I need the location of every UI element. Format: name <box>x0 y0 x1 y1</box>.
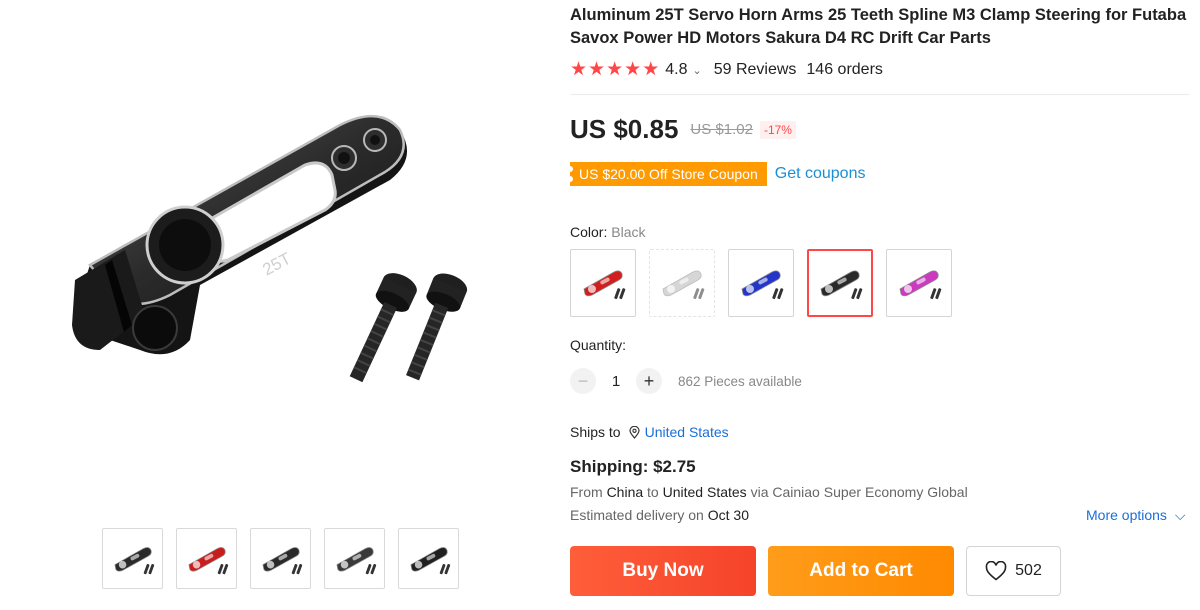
black-arm-top-icon <box>262 546 302 574</box>
delivery-estimate: Estimated delivery on Oct 30 <box>570 507 749 523</box>
shipping-route: From China to United States via Cainiao … <box>570 484 968 500</box>
purchase-actions: Buy Now Add to Cart 502 <box>570 546 1061 596</box>
discount-badge: -17% <box>759 120 796 139</box>
selected-color: Black <box>611 224 646 240</box>
coupon-row: US $20.00 Off Store Coupon Get coupons <box>567 162 866 186</box>
blue-arm-icon <box>741 270 784 300</box>
product-title: Aluminum 25T Servo Horn Arms 25 Teeth Sp… <box>570 6 1187 47</box>
buy-now-button[interactable]: Buy Now <box>570 546 756 596</box>
color-swatch-black[interactable] <box>807 249 873 317</box>
red-arm-icon <box>583 270 626 300</box>
estimate-date: Oct 30 <box>707 507 749 523</box>
shipping-price: Shipping: $2.75 <box>570 457 696 476</box>
thumbnail-black-arm-angle[interactable] <box>398 528 459 589</box>
thumbnail-strip <box>102 528 459 589</box>
quantity-decrease-button[interactable]: − <box>570 368 596 394</box>
estimate-label: Estimated delivery on <box>570 507 704 523</box>
thumbnail-black-arm[interactable] <box>102 528 163 589</box>
original-price: US $1.02 <box>690 121 753 138</box>
to-country: United States <box>662 484 747 500</box>
wishlist-button[interactable]: 502 <box>966 546 1061 596</box>
color-swatch-purple[interactable] <box>886 249 952 317</box>
location-pin-icon <box>628 425 640 439</box>
color-swatches <box>570 249 952 317</box>
chevron-down-icon: ⌵ <box>1174 507 1186 523</box>
from-label: From <box>570 484 603 500</box>
ships-to-row: Ships to United States <box>570 424 729 440</box>
shipping-method: via Cainiao Super Economy Global <box>750 484 968 500</box>
color-swatch-blue[interactable] <box>728 249 794 317</box>
to-label: to <box>647 484 659 500</box>
quantity-input[interactable]: 1 <box>596 373 636 390</box>
heart-icon <box>985 561 1007 581</box>
ships-to-label: Ships to <box>570 424 621 440</box>
wishlist-count: 502 <box>1015 562 1042 579</box>
current-price: US $0.85 <box>570 114 679 144</box>
silver-arm-icon <box>662 270 705 300</box>
orders-count: 146 orders <box>806 61 883 78</box>
thumbnail-red-black-arms[interactable] <box>176 528 237 589</box>
ships-to-country[interactable]: United States <box>645 424 729 440</box>
black-arm-icon <box>820 270 863 300</box>
color-label: Color: Black <box>570 224 645 240</box>
from-country: China <box>606 484 644 500</box>
store-coupon-tag[interactable]: US $20.00 Off Store Coupon <box>567 162 767 186</box>
color-swatch-silver <box>649 249 715 317</box>
star-rating-icon: ★ ★ ★ ★ ★ <box>570 59 660 80</box>
add-to-cart-button[interactable]: Add to Cart <box>768 546 954 596</box>
black-arm-angle-icon <box>410 546 450 574</box>
thumbnail-black-arm-side[interactable] <box>324 528 385 589</box>
red-black-arms-icon <box>188 546 228 574</box>
main-product-image: 25T <box>50 100 510 410</box>
color-swatch-red[interactable] <box>570 249 636 317</box>
purple-arm-icon <box>899 270 942 300</box>
price-row: US $0.85 US $1.02 -17% <box>570 114 796 145</box>
chevron-down-icon[interactable]: ⌄ <box>692 64 701 77</box>
quantity-stepper: − 1 + 862 Pieces available <box>570 368 802 394</box>
get-coupons-link[interactable]: Get coupons <box>775 165 866 183</box>
reviews-link[interactable]: 59 Reviews <box>714 61 797 79</box>
pieces-available: 862 Pieces available <box>678 373 802 389</box>
more-options-link[interactable]: More options ⌵ <box>1086 507 1185 524</box>
divider <box>570 94 1190 95</box>
quantity-increase-button[interactable]: + <box>636 368 662 394</box>
thumbnail-black-arm-top[interactable] <box>250 528 311 589</box>
rating-value[interactable]: 4.8 <box>665 61 687 79</box>
more-options-label: More options <box>1086 507 1167 523</box>
black-arm-side-icon <box>336 546 376 574</box>
quantity-label: Quantity: <box>570 337 627 353</box>
arm-engraving: 25T <box>259 249 294 280</box>
black-arm-icon <box>114 546 154 574</box>
color-label-text: Color: <box>570 224 608 240</box>
rating-row: ★ ★ ★ ★ ★ 4.8 ⌄ 59 Reviews 146 orders <box>570 60 883 80</box>
